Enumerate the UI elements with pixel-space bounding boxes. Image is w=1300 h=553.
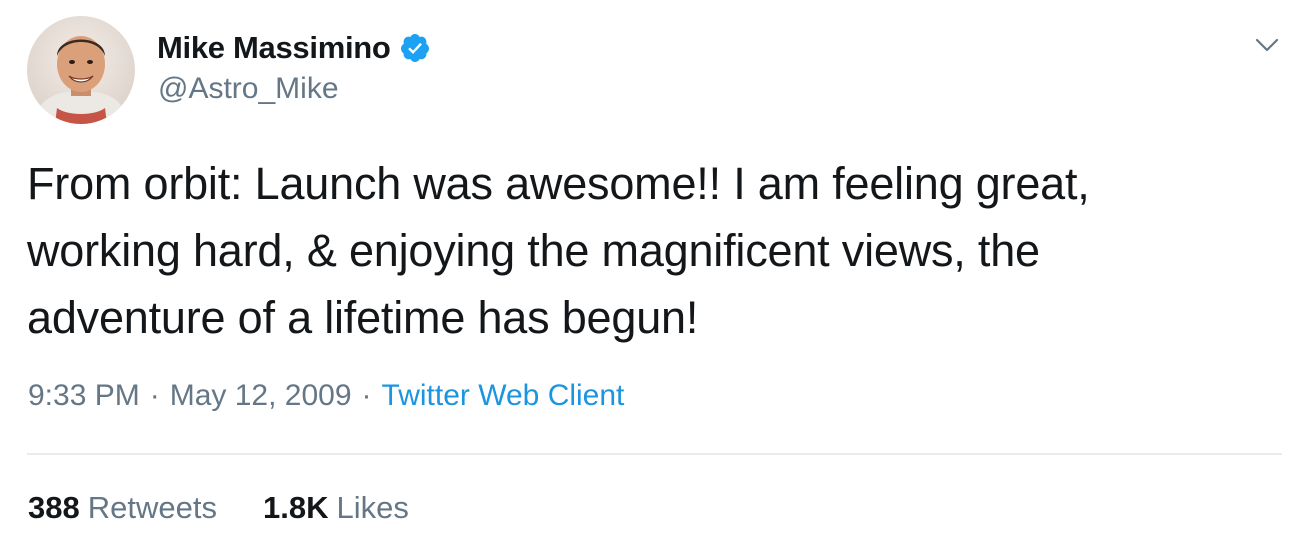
astronaut-avatar-icon [27, 16, 135, 124]
author-display-name[interactable]: Mike Massimino [157, 30, 391, 66]
tweet-date[interactable]: May 12, 2009 [170, 379, 352, 412]
tweet-time[interactable]: 9:33 PM [28, 379, 140, 412]
retweets-label: Retweets [87, 490, 217, 525]
retweets-stat[interactable]: 388 Retweets [28, 490, 217, 526]
meta-separator: · [361, 379, 372, 412]
tweet-text-line: working hard, & enjoying the magnificent… [27, 225, 1040, 276]
tweet-card: Mike Massimino @Astro_Mike From orbit: L… [0, 0, 1300, 553]
tweet-stats: 388 Retweets 1.8K Likes [28, 490, 409, 526]
divider [27, 453, 1282, 455]
author-handle[interactable]: @Astro_Mike [158, 72, 339, 106]
retweets-count: 388 [28, 490, 80, 525]
tweet-text-line: From orbit: Launch was awesome!! I am fe… [27, 158, 1090, 209]
likes-count: 1.8K [262, 490, 329, 525]
likes-label: Likes [336, 490, 409, 525]
likes-stat[interactable]: 1.8K Likes [263, 490, 409, 526]
author-name-row[interactable]: Mike Massimino [157, 28, 431, 68]
tweet-text-line: adventure of a lifetime has begun! [27, 292, 699, 343]
verified-badge-icon [399, 32, 431, 64]
author-avatar[interactable] [27, 16, 135, 124]
tweet-meta: 9:33 PM · May 12, 2009 · Twitter Web Client [28, 379, 624, 413]
meta-separator: · [149, 379, 160, 412]
tweet-text: From orbit: Launch was awesome!! I am fe… [27, 150, 1267, 351]
tweet-source-link[interactable]: Twitter Web Client [382, 379, 625, 412]
chevron-down-icon[interactable] [1252, 30, 1282, 60]
